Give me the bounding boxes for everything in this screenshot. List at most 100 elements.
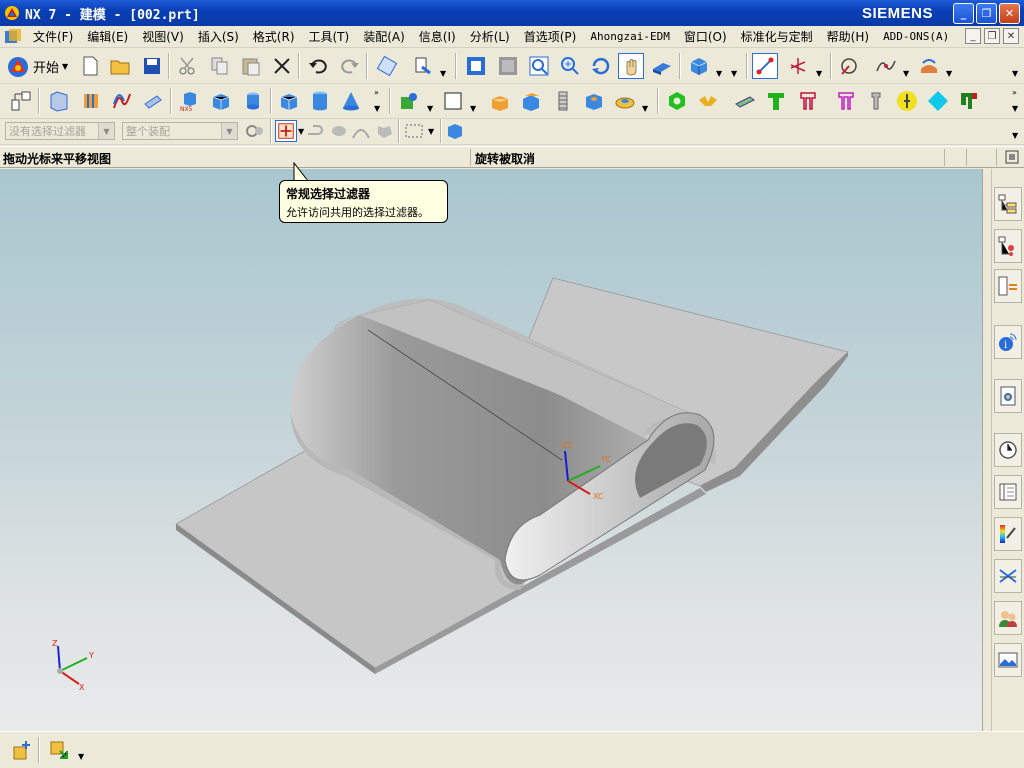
menu-window[interactable]: 窗口(O) xyxy=(677,28,734,45)
restore-button[interactable]: ❐ xyxy=(976,3,997,24)
menu-assembly[interactable]: 装配(A) xyxy=(356,28,412,45)
datum-plane-icon[interactable] xyxy=(396,88,422,114)
constraint-navigator-tab[interactable] xyxy=(994,229,1022,263)
graphics-window[interactable]: ZC YC XC Z Y X xyxy=(0,169,982,731)
menu-tools[interactable]: 工具(T) xyxy=(302,28,357,45)
menu-standardization[interactable]: 标准化与定制 xyxy=(734,28,820,45)
paste-icon[interactable] xyxy=(238,53,264,79)
nx5-solid-icon[interactable]: NX5 xyxy=(177,88,203,114)
assembly-navigator-icon[interactable] xyxy=(8,88,34,114)
minimize-button[interactable]: _ xyxy=(953,3,974,24)
pipe-icon[interactable] xyxy=(140,88,166,114)
thread-icon[interactable] xyxy=(550,88,576,114)
zoom-icon[interactable] xyxy=(526,53,552,79)
menu-preferences[interactable]: 首选项(P) xyxy=(517,28,584,45)
t-bolt-icon[interactable] xyxy=(763,88,789,114)
spline-icon[interactable] xyxy=(873,53,899,79)
general-selection-filter-icon[interactable] xyxy=(275,120,297,142)
component-filter-icon[interactable] xyxy=(374,119,396,143)
menu-help[interactable]: 帮助(H) xyxy=(820,28,876,45)
menu-format[interactable]: 格式(R) xyxy=(246,28,302,45)
reuse-library-tab[interactable] xyxy=(994,475,1022,509)
perspective-icon[interactable] xyxy=(649,53,675,79)
pan-icon[interactable] xyxy=(618,53,644,79)
repeat-command-icon[interactable] xyxy=(374,53,400,79)
shape-studio-icon[interactable] xyxy=(78,88,104,114)
boss-icon[interactable] xyxy=(612,88,638,114)
menu-ahongzai-edm[interactable]: Ahongzai-EDM xyxy=(583,30,676,43)
cyan-diamond-icon[interactable] xyxy=(925,88,951,114)
menu-insert[interactable]: 插入(S) xyxy=(191,28,246,45)
wingnut-icon[interactable] xyxy=(695,88,721,114)
doc-restore-button[interactable]: ❐ xyxy=(984,28,1000,44)
close-button[interactable]: ✕ xyxy=(999,3,1020,24)
hole-icon[interactable] xyxy=(581,88,607,114)
point-icon[interactable] xyxy=(836,53,862,79)
curve-filter-icon[interactable] xyxy=(350,119,372,143)
rectangle-select-icon[interactable] xyxy=(403,119,425,143)
body-filter-icon[interactable] xyxy=(328,119,350,143)
cut-icon[interactable] xyxy=(175,53,201,79)
extrude-icon[interactable] xyxy=(487,88,513,114)
cone-icon[interactable] xyxy=(338,88,364,114)
cube-icon[interactable] xyxy=(276,88,302,114)
wcs-triad[interactable]: ZC YC XC xyxy=(545,436,625,506)
history-tab[interactable] xyxy=(994,379,1022,413)
new-file-icon[interactable] xyxy=(77,53,103,79)
sketch-rectangle-icon[interactable] xyxy=(440,88,466,114)
shaded-view-icon[interactable] xyxy=(686,53,712,79)
clock-tab[interactable] xyxy=(994,433,1022,467)
menu-file[interactable]: 文件(F) xyxy=(26,28,80,45)
add-component-icon[interactable] xyxy=(8,737,34,763)
doc-minimize-button[interactable]: _ xyxy=(965,28,981,44)
open-folder-icon[interactable] xyxy=(107,53,133,79)
selection-scope-combo[interactable]: 整个装配 ▼ xyxy=(122,122,238,140)
save-icon[interactable] xyxy=(139,53,165,79)
cylinder-icon[interactable] xyxy=(307,88,333,114)
surface-icon[interactable] xyxy=(916,53,942,79)
revolve-icon[interactable] xyxy=(518,88,544,114)
cooling-channel-icon[interactable] xyxy=(956,88,982,114)
zoom-window-icon[interactable] xyxy=(495,53,521,79)
guide-pin-icon[interactable] xyxy=(833,88,859,114)
system-scene-tab[interactable] xyxy=(994,643,1022,677)
information-tab[interactable]: i xyxy=(994,325,1022,359)
pin-icon[interactable] xyxy=(732,88,758,114)
yellow-target-icon[interactable] xyxy=(894,88,920,114)
start-button[interactable]: 开始 ▼ xyxy=(6,53,68,80)
copy-icon[interactable] xyxy=(207,53,233,79)
menu-view[interactable]: 视图(V) xyxy=(135,28,191,45)
menu-edit[interactable]: 编辑(E) xyxy=(80,28,135,45)
redo-icon[interactable] xyxy=(337,53,363,79)
command-finder-icon[interactable] xyxy=(411,53,437,79)
nx-menu-icon[interactable] xyxy=(4,28,22,46)
palette-tab[interactable] xyxy=(994,517,1022,551)
viewport-scrollbar[interactable] xyxy=(982,169,991,731)
menu-information[interactable]: 信息(I) xyxy=(412,28,463,45)
wire-harness-icon[interactable] xyxy=(109,88,135,114)
sheet-metal-icon[interactable] xyxy=(46,88,72,114)
undo-icon[interactable] xyxy=(305,53,331,79)
snap-solid-icon[interactable] xyxy=(444,119,466,143)
fullscreen-icon[interactable] xyxy=(1005,150,1019,164)
cylinder-stack-icon[interactable] xyxy=(240,88,266,114)
rotate-icon[interactable] xyxy=(588,53,614,79)
process-studio-tab[interactable] xyxy=(994,559,1022,593)
type-filter-combo[interactable]: 没有选择过滤器 ▼ xyxy=(5,122,115,140)
fit-icon[interactable] xyxy=(463,53,489,79)
roles-tab[interactable] xyxy=(994,601,1022,635)
menu-add-ons[interactable]: ADD-ONS(A) xyxy=(876,30,956,43)
wcs-dynamics-icon[interactable] xyxy=(786,53,812,79)
zoom-in-out-icon[interactable] xyxy=(557,53,583,79)
menu-analysis[interactable]: 分析(L) xyxy=(463,28,517,45)
block-feature-icon[interactable] xyxy=(208,88,234,114)
sprue-icon[interactable] xyxy=(863,88,889,114)
ejector-pin-icon[interactable] xyxy=(795,88,821,114)
part-navigator-tab[interactable] xyxy=(994,269,1022,303)
assembly-navigator-tab[interactable] xyxy=(994,187,1022,221)
feature-filter-icon[interactable] xyxy=(304,119,326,143)
nut-icon[interactable] xyxy=(664,88,690,114)
filter-settings-icon[interactable] xyxy=(243,119,267,143)
sheet-metal-model[interactable] xyxy=(0,169,982,731)
wcs-orient-icon[interactable] xyxy=(752,53,778,79)
